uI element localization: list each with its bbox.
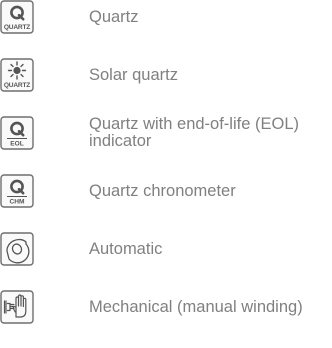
solar-quartz-icon: QUARTZ — [0, 58, 34, 92]
legend-label-mechanical: Mechanical (manual winding) — [89, 298, 303, 316]
movement-types-legend: QUARTZ Quartz QUARTZ Solar quartz EOL Qu… — [0, 0, 332, 348]
svg-text:QUARTZ: QUARTZ — [4, 24, 30, 31]
legend-label-quartz-eol: Quartz with end-of-life (EOL) indicator — [89, 116, 299, 150]
quartz-chronometer-icon: CHM — [0, 174, 34, 208]
legend-label-quartz-eol-line1: Quartz with end-of-life (EOL) — [89, 115, 299, 133]
legend-label-quartz-chronometer: Quartz chronometer — [89, 182, 236, 200]
legend-label-automatic: Automatic — [89, 240, 163, 258]
svg-text:QUARTZ: QUARTZ — [4, 82, 30, 89]
automatic-icon — [0, 232, 34, 266]
quartz-eol-icon: EOL — [0, 116, 34, 150]
mechanical-manual-winding-icon — [0, 290, 34, 324]
quartz-icon: QUARTZ — [0, 0, 34, 34]
legend-label-quartz-eol-line2: indicator — [89, 132, 152, 150]
svg-text:EOL: EOL — [10, 141, 24, 148]
legend-label-quartz: Quartz — [89, 8, 139, 26]
legend-label-solar-quartz: Solar quartz — [89, 66, 178, 84]
svg-text:CHM: CHM — [9, 199, 25, 206]
